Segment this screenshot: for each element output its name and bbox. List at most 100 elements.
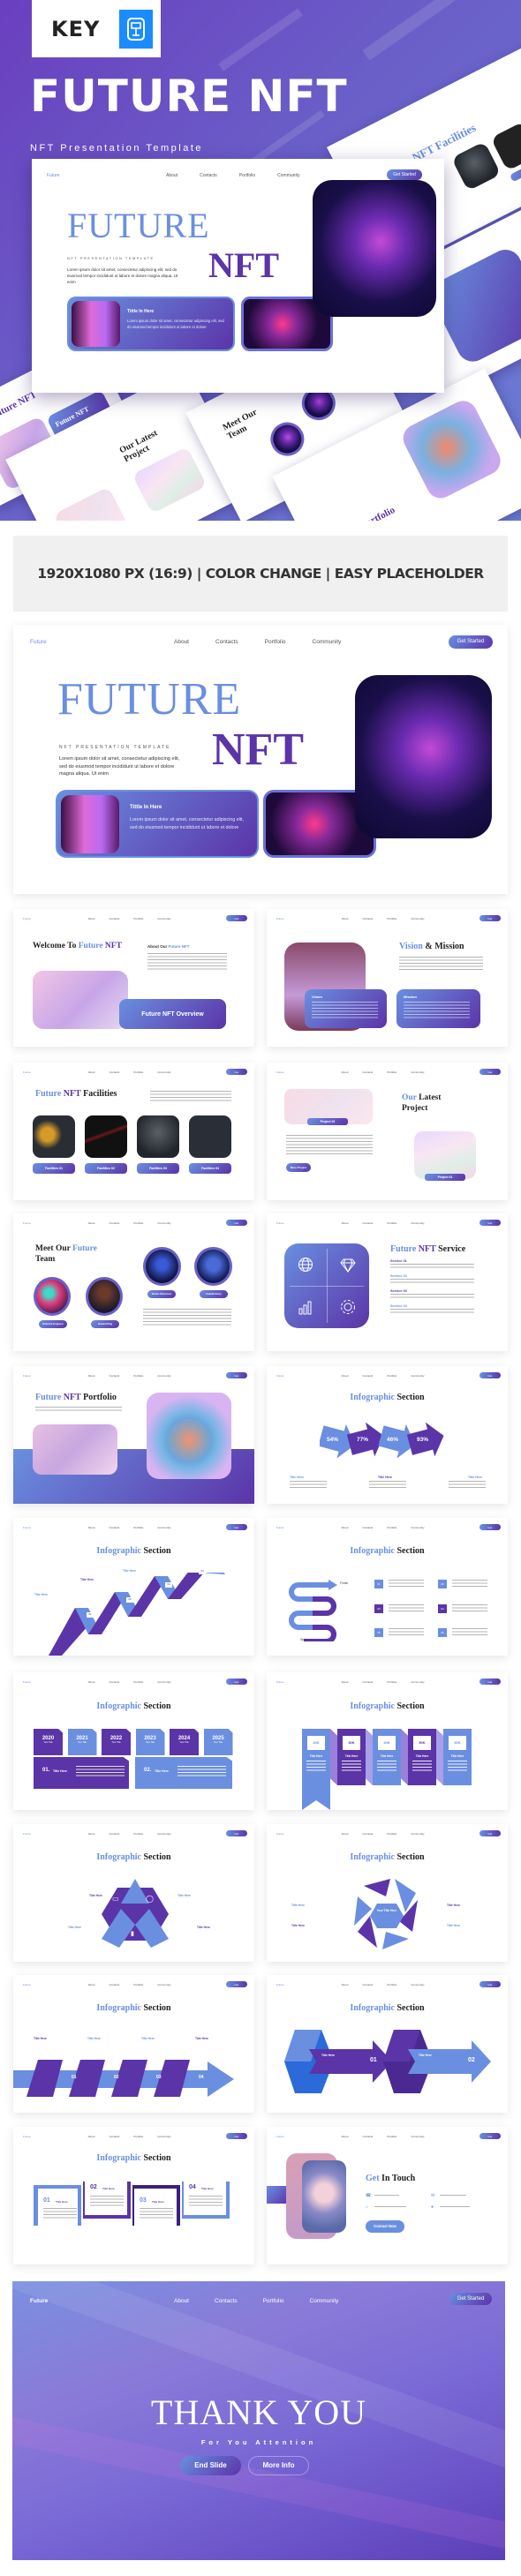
- nav-link: Portfolio: [387, 1982, 397, 1986]
- nav-link: Community: [157, 1679, 171, 1684]
- bar-chart-icon: ▮: [131, 1931, 134, 1937]
- get-started-button: Get Started: [225, 1069, 247, 1078]
- nav-link: Portfolio: [133, 1679, 144, 1684]
- facility-button: Facilities 02: [85, 1163, 127, 1174]
- nav-link: Contacts: [362, 916, 374, 920]
- lightbulb-icon: ◯: [146, 1895, 154, 1903]
- snake-item-body: [389, 1604, 424, 1613]
- nav-link: Contacts: [109, 1373, 120, 1378]
- slide-latest-project: Future About Contacts Portfolio Community Get…: [267, 1063, 508, 1200]
- contact-now-button[interactable]: Contact Now: [366, 2220, 404, 2233]
- facility-image-3: [137, 1115, 179, 1158]
- ribbon-body: [448, 1761, 467, 1773]
- slide-title: Infographic Section: [96, 1852, 171, 1862]
- nav-link-contacts[interactable]: Contacts: [215, 2298, 238, 2304]
- slide-thank-you: Future About Contacts Portfolio Communit…: [12, 2281, 505, 2560]
- get-started-button: Get Started: [449, 635, 493, 649]
- arrow-value: 54%: [327, 1437, 339, 1443]
- nav-link-about[interactable]: About: [174, 2298, 189, 2304]
- hexarrow-label: Title Here: [419, 2054, 432, 2057]
- nav-links: About Contacts Portfolio Community: [342, 1070, 438, 1074]
- more-info-button[interactable]: More Info: [248, 2456, 309, 2475]
- banner-text: 1920X1080 PX (16:9) | COLOR CHANGE | EAS…: [37, 566, 484, 582]
- slide-infographic-blocks: Future About Contacts Portfolio Community Get…: [13, 2127, 254, 2264]
- timeline-year: 2024 Your Title: [170, 1729, 199, 1755]
- step-blocks: 01 Title Here 02 Title Here 03 Title Here 04 Ti…: [34, 2182, 230, 2226]
- team-body: [143, 1309, 231, 1326]
- portfolio-image-2: [147, 1393, 231, 1479]
- nav-links: About Contacts Portfolio Community: [88, 1070, 185, 1074]
- nav-link: Portfolio: [133, 916, 144, 920]
- get-started-button: Get Started: [479, 1524, 501, 1533]
- nav-brand: Future: [30, 2298, 49, 2304]
- vision-intro: [399, 957, 483, 971]
- hexarrow-step: 01: [370, 2057, 377, 2063]
- diamond-icon: [337, 1254, 359, 1275]
- nav-brand: Future: [22, 1220, 31, 1225]
- welcome-image: [33, 971, 128, 1029]
- nav-link: Community: [411, 1373, 425, 1378]
- hero-subtitle: NFT Presentation Template: [30, 143, 203, 154]
- stair-step: 02: [126, 1597, 133, 1603]
- facility-image-2: [85, 1115, 127, 1158]
- ribbon-value: 50K: [413, 1736, 431, 1750]
- get-started-button[interactable]: Get Started: [449, 2293, 492, 2305]
- nav-links: About Contacts Portfolio Community: [88, 1374, 185, 1378]
- snake-item-number: 04: [438, 1604, 447, 1613]
- slide-portfolio: Future About Contacts Portfolio Community Get…: [13, 1366, 254, 1504]
- slide-title: Welcome To Future NFT: [33, 942, 122, 950]
- slide-title: Meet Our Future Team: [35, 1244, 97, 1264]
- decor-stripe: [362, 0, 486, 61]
- stairs-graphic: [49, 1573, 225, 1656]
- ribbon-card: 60K Title Here: [443, 1729, 472, 1785]
- nav-links: About Contacts Portfolio Community: [88, 1832, 185, 1836]
- address-value: [374, 2206, 406, 2208]
- nav-link: Contacts: [109, 1679, 120, 1684]
- nav-link: About: [87, 1679, 95, 1684]
- nav-link-community: Community: [277, 173, 300, 178]
- nav-link: Contacts: [362, 1220, 374, 1225]
- phone-icon: ☎: [366, 2193, 372, 2198]
- nav-link-about: About: [174, 639, 189, 645]
- zigzag-label: Title Here: [195, 2037, 208, 2040]
- snake-item-body: [452, 1580, 487, 1588]
- ribbon-title: Title Here: [450, 1754, 464, 1758]
- get-started-button: Get Started: [479, 1830, 501, 1839]
- nav-link: Community: [411, 1525, 425, 1529]
- nav-link: Community: [157, 1070, 171, 1074]
- ribbon-body: [342, 1761, 361, 1773]
- get-started-button: Get Started: [479, 1981, 501, 1990]
- slide-title: Infographic Section: [96, 1701, 171, 1711]
- nav-link-portfolio[interactable]: Portfolio: [263, 2298, 284, 2304]
- step-number: 03: [140, 2197, 147, 2204]
- facility-image: [450, 141, 502, 192]
- tilted-image: [132, 446, 208, 514]
- slide-title: Infographic Section: [350, 1546, 425, 1556]
- zigzag-label: Title Here: [141, 2037, 155, 2040]
- team-avatar: [264, 416, 310, 462]
- portfolio-sphere-image: [398, 395, 506, 503]
- nav-link: About: [87, 1070, 95, 1074]
- mission-body: [404, 1002, 470, 1019]
- cover-title-nft: NFT: [212, 725, 304, 775]
- timeline-years: 2020 Your Title 2021 Your Title 2022 Your Tit…: [34, 1729, 235, 1755]
- zigzag-step: 04: [199, 2075, 204, 2080]
- nav-links: About Contacts Portfolio Community: [88, 1680, 185, 1684]
- ribbon-card: 20K Title Here: [302, 1729, 330, 1810]
- keynote-badge: KEY: [32, 0, 161, 57]
- step-block: 02 Title Here: [83, 2182, 131, 2219]
- end-slide-button[interactable]: End Slide: [180, 2456, 241, 2475]
- snake-item-number: 06: [438, 1628, 447, 1637]
- team-name-button: Dennis Stevenson: [147, 1290, 176, 1298]
- nav-link-community[interactable]: Community: [310, 2298, 339, 2304]
- arrow-label: Title Here: [378, 1476, 392, 1479]
- nav-link: Contacts: [109, 916, 120, 920]
- cover-slide-mockup: Future About Contacts Portfolio Communit…: [32, 159, 444, 393]
- get-started-button: Get Started: [225, 2133, 247, 2142]
- cover-hero-image: [355, 675, 492, 838]
- tilted-image: [53, 486, 129, 521]
- nav-link-community: Community: [312, 639, 342, 645]
- nav-brand: Future: [276, 1525, 284, 1529]
- nav-link: Community: [157, 2134, 171, 2138]
- laptop-icon: ▭: [112, 1895, 119, 1903]
